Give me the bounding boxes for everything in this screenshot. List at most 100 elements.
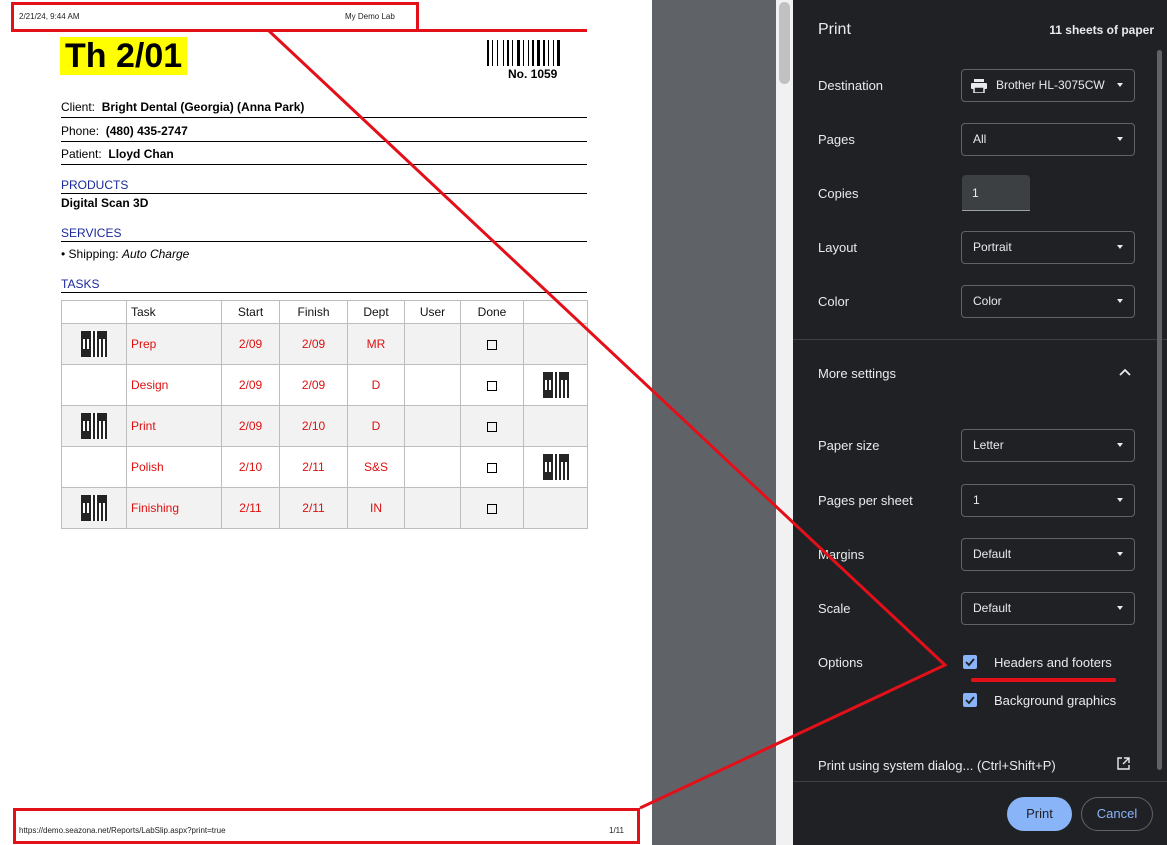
phone-label: Phone: (61, 124, 100, 138)
barcode-bar (537, 40, 540, 66)
task-finish: 2/11 (279, 446, 348, 488)
task-done (460, 446, 524, 488)
table-row: Print 2/09 2/10 D (61, 405, 588, 447)
qr-code-icon (81, 413, 107, 439)
task-finish: 2/11 (279, 487, 348, 529)
margins-value: Default (973, 547, 1012, 561)
task-user (404, 405, 461, 447)
patient-label: Patient: (61, 147, 102, 161)
col-user: User (404, 300, 461, 324)
tasks-table: Task Start Finish Dept User Done Prep 2/0… (61, 300, 588, 529)
annotation-header-underline (419, 29, 587, 32)
background-graphics-checkbox[interactable] (963, 693, 977, 707)
pages-per-sheet-select[interactable]: 1 (961, 484, 1135, 517)
dialog-scrollbar-thumb[interactable] (1157, 50, 1162, 770)
task-start: 2/10 (221, 446, 280, 488)
divider (793, 339, 1167, 340)
table-row: Design 2/09 2/09 D (61, 364, 588, 406)
preview-background (652, 0, 776, 845)
pages-per-sheet-label: Pages per sheet (818, 493, 913, 508)
layout-select[interactable]: Portrait (961, 231, 1135, 264)
dialog-scrollbar[interactable] (1155, 40, 1165, 780)
task-done (460, 364, 524, 406)
chevron-down-icon (1117, 299, 1123, 303)
barcode-bar (532, 40, 534, 66)
chevron-down-icon (1117, 137, 1123, 141)
pages-value: All (973, 132, 987, 146)
chevron-down-icon (1117, 245, 1123, 249)
patient-line: Patient: Lloyd Chan (61, 146, 587, 165)
task-dept: D (347, 364, 405, 406)
phone-value: (480) 435-2747 (105, 124, 188, 138)
task-name: Polish (126, 446, 222, 488)
check-icon (965, 696, 975, 705)
preview-scrollbar[interactable] (776, 0, 793, 845)
barcode-bar (528, 40, 529, 66)
barcode-image (487, 40, 585, 66)
service-value: Auto Charge (121, 247, 190, 261)
service-item: • Shipping: Auto Charge (61, 247, 190, 261)
headers-footers-label[interactable]: Headers and footers (994, 655, 1112, 670)
paper-size-select[interactable]: Letter (961, 429, 1135, 462)
col-task: Task (126, 300, 222, 324)
service-label: Shipping: (68, 247, 119, 261)
options-label: Options (818, 655, 863, 670)
done-checkbox (487, 421, 497, 432)
qr-code-cell (61, 446, 127, 488)
task-user (404, 446, 461, 488)
task-name: Finishing (126, 487, 222, 529)
dialog-title: Print (818, 21, 851, 38)
barcode-bar (507, 40, 509, 66)
qr-code-icon (81, 331, 107, 357)
services-heading: SERVICES (61, 226, 587, 242)
pages-per-sheet-value: 1 (973, 493, 980, 507)
col-qr-left (61, 300, 127, 324)
pages-label: Pages (818, 132, 855, 147)
barcode-bar (557, 40, 560, 66)
barcode-bar (548, 40, 549, 66)
annotation-header-box (11, 2, 419, 32)
qr-code-icon (542, 372, 569, 398)
paper-size-value: Letter (973, 438, 1004, 452)
color-select[interactable]: Color (961, 285, 1135, 318)
footer-divider (793, 781, 1167, 782)
col-done: Done (460, 300, 524, 324)
done-checkbox (487, 380, 497, 391)
qr-code-cell (61, 323, 127, 365)
destination-value: Brother HL-3075CW (996, 78, 1105, 92)
qr-code-cell (523, 405, 588, 447)
qr-code-icon (81, 495, 107, 521)
client-value: Bright Dental (Georgia) (Anna Park) (101, 100, 305, 114)
table-row: Polish 2/10 2/11 S&S (61, 446, 588, 488)
sheets-count: 11 sheets of paper (1049, 23, 1154, 37)
done-checkbox (487, 339, 497, 350)
scale-label: Scale (818, 601, 851, 616)
background-graphics-label[interactable]: Background graphics (994, 693, 1116, 708)
pages-select[interactable]: All (961, 123, 1135, 156)
barcode-bar (503, 40, 504, 66)
task-user (404, 323, 461, 365)
product-item: Digital Scan 3D (61, 196, 149, 210)
destination-select[interactable]: Brother HL-3075CW (961, 69, 1135, 102)
phone-line: Phone: (480) 435-2747 (61, 123, 587, 142)
copies-input[interactable]: 1 (962, 175, 1030, 211)
products-heading: PRODUCTS (61, 178, 587, 194)
barcode-bar (512, 40, 513, 66)
task-name: Prep (126, 323, 222, 365)
print-button[interactable]: Print (1007, 797, 1072, 831)
task-finish: 2/09 (279, 364, 348, 406)
barcode-bar (523, 40, 524, 66)
order-number: No. 1059 (508, 67, 558, 81)
scale-select[interactable]: Default (961, 592, 1135, 625)
headers-footers-checkbox[interactable] (963, 655, 977, 669)
done-checkbox (487, 462, 497, 473)
task-dept: MR (347, 323, 405, 365)
preview-scrollbar-thumb[interactable] (779, 2, 790, 84)
layout-value: Portrait (973, 240, 1012, 254)
barcode-bar (492, 40, 493, 66)
system-dialog-link[interactable]: Print using system dialog... (Ctrl+Shift… (793, 745, 1153, 783)
more-settings-toggle[interactable]: More settings (793, 355, 1153, 391)
task-done (460, 323, 524, 365)
cancel-button[interactable]: Cancel (1081, 797, 1153, 831)
margins-select[interactable]: Default (961, 538, 1135, 571)
